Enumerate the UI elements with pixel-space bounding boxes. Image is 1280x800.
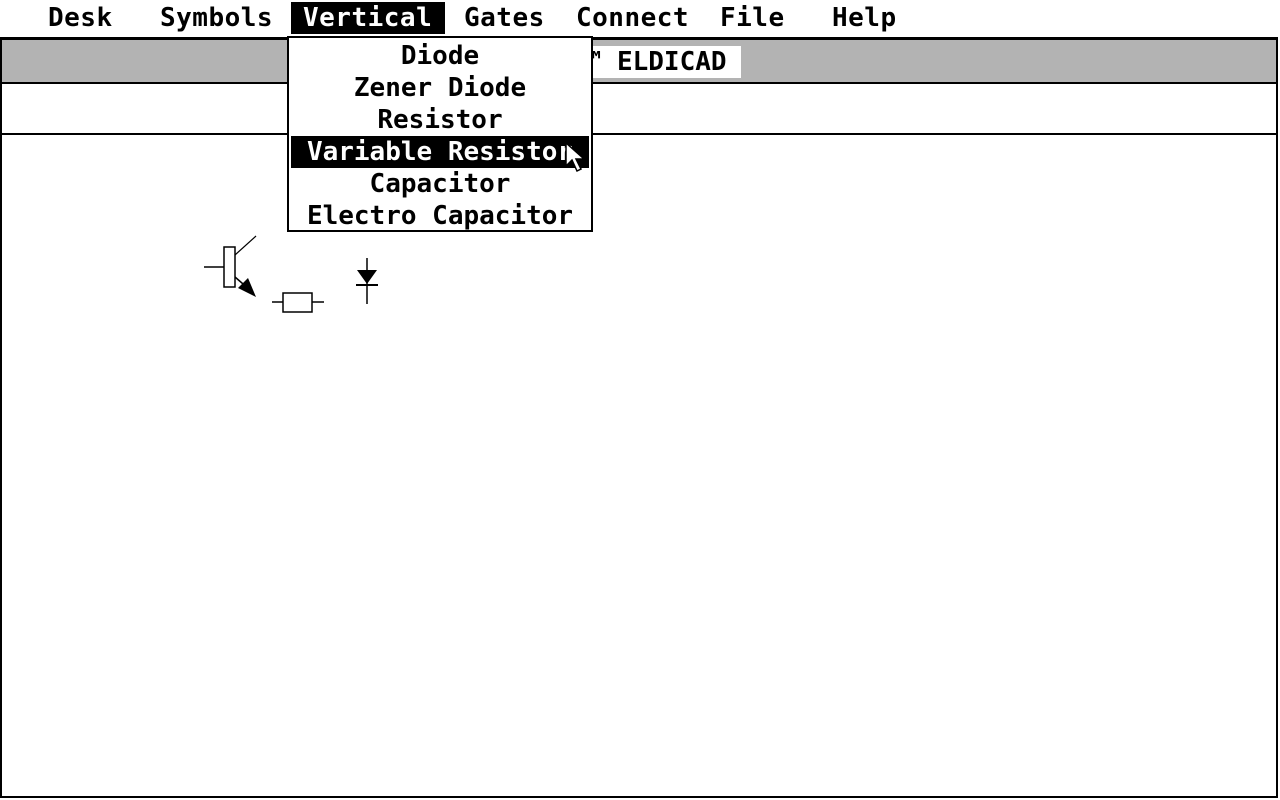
menu-item-variable-resistor[interactable]: Variable Resistor <box>291 136 589 168</box>
window-title-bar[interactable]: S™ ELDICAD <box>2 40 1276 84</box>
drawing-window: S™ ELDICAD <box>0 37 1278 798</box>
info-line <box>2 84 1276 135</box>
menu-help[interactable]: Help <box>820 2 909 34</box>
menu-item-diode[interactable]: Diode <box>289 40 591 72</box>
mouse-pointer-icon <box>565 142 586 173</box>
menu-connect[interactable]: Connect <box>564 2 701 34</box>
diode-icon[interactable] <box>350 256 384 306</box>
variable-resistor-icon[interactable] <box>200 232 264 302</box>
resistor-icon[interactable] <box>270 290 326 316</box>
menu-item-capacitor[interactable]: Capacitor <box>289 168 591 200</box>
menu-desk[interactable]: Desk <box>36 2 125 34</box>
menu-item-zener-diode[interactable]: Zener Diode <box>289 72 591 104</box>
vertical-dropdown-menu: Diode Zener Diode Resistor Variable Resi… <box>287 36 593 232</box>
menu-item-electro-capacitor[interactable]: Electro Capacitor <box>289 200 591 232</box>
drawing-canvas[interactable] <box>2 135 1276 796</box>
menu-file[interactable]: File <box>708 2 797 34</box>
menu-item-resistor[interactable]: Resistor <box>289 104 591 136</box>
menu-gates[interactable]: Gates <box>452 2 557 34</box>
menu-vertical[interactable]: Vertical <box>291 2 445 34</box>
menu-symbols[interactable]: Symbols <box>148 2 285 34</box>
menu-bar: Desk Symbols Vertical Gates Connect File… <box>0 0 1280 36</box>
